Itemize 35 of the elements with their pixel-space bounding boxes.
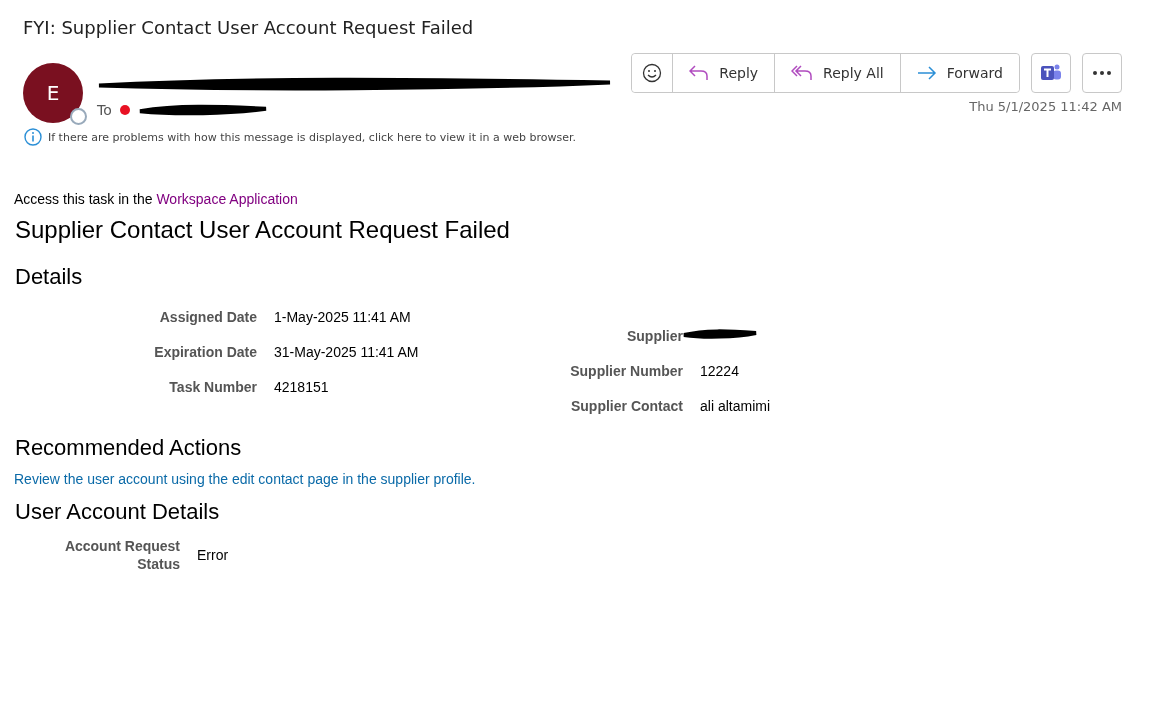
- arrow-right-icon: [916, 66, 937, 80]
- task-heading: Supplier Contact User Account Request Failed: [15, 216, 511, 244]
- teams-icon: [1040, 63, 1062, 83]
- more-icon: [1092, 70, 1112, 76]
- info-icon: [24, 128, 42, 146]
- field-value: 31-May-2025 11:41 AM: [274, 343, 420, 361]
- field-label: Account Request Status: [63, 537, 180, 573]
- section-heading: Recommended Actions: [15, 435, 243, 461]
- access-text: Access this task in the Workspace Application: [14, 191, 299, 207]
- more-button[interactable]: [1082, 53, 1122, 93]
- status-dot-icon: [119, 105, 130, 115]
- email-subject: FYI: Supplier Contact User Account Request Failed: [22, 16, 475, 40]
- section-heading: Details: [15, 264, 84, 290]
- recommended-action-link[interactable]: Review the user account using the edit contact page in the supplier profile.: [14, 471, 1150, 487]
- reply-all-icon: [791, 64, 814, 82]
- workspace-link[interactable]: Workspace Application: [156, 191, 298, 207]
- teams-button[interactable]: [1031, 53, 1071, 93]
- field-value: 4218151: [274, 378, 330, 396]
- field-value: ali altamimi: [700, 397, 771, 415]
- smiley-icon: [642, 63, 663, 83]
- sent-date: Thu 5/1/2025 11:42 AM: [969, 99, 1122, 114]
- reply-icon: [689, 64, 710, 82]
- forward-button[interactable]: Forward: [899, 54, 1019, 92]
- section-heading: User Account Details: [15, 499, 221, 525]
- field-value: 1-May-2025 11:41 AM: [274, 308, 412, 326]
- field-label: Task Number: [168, 378, 257, 396]
- field-label: Supplier: [626, 327, 683, 345]
- field-value: 12224: [700, 362, 740, 380]
- field-label: Assigned Date: [158, 308, 257, 326]
- field-value: Error: [197, 546, 230, 564]
- field-label: Expiration Date: [153, 343, 257, 361]
- field-label: Supplier Number: [569, 362, 683, 380]
- info-message[interactable]: If there are problems with how this message is displayed, click here to view it in a web browser.: [48, 130, 576, 144]
- field-label: Supplier Contact: [570, 397, 683, 415]
- to-label: To: [97, 102, 112, 118]
